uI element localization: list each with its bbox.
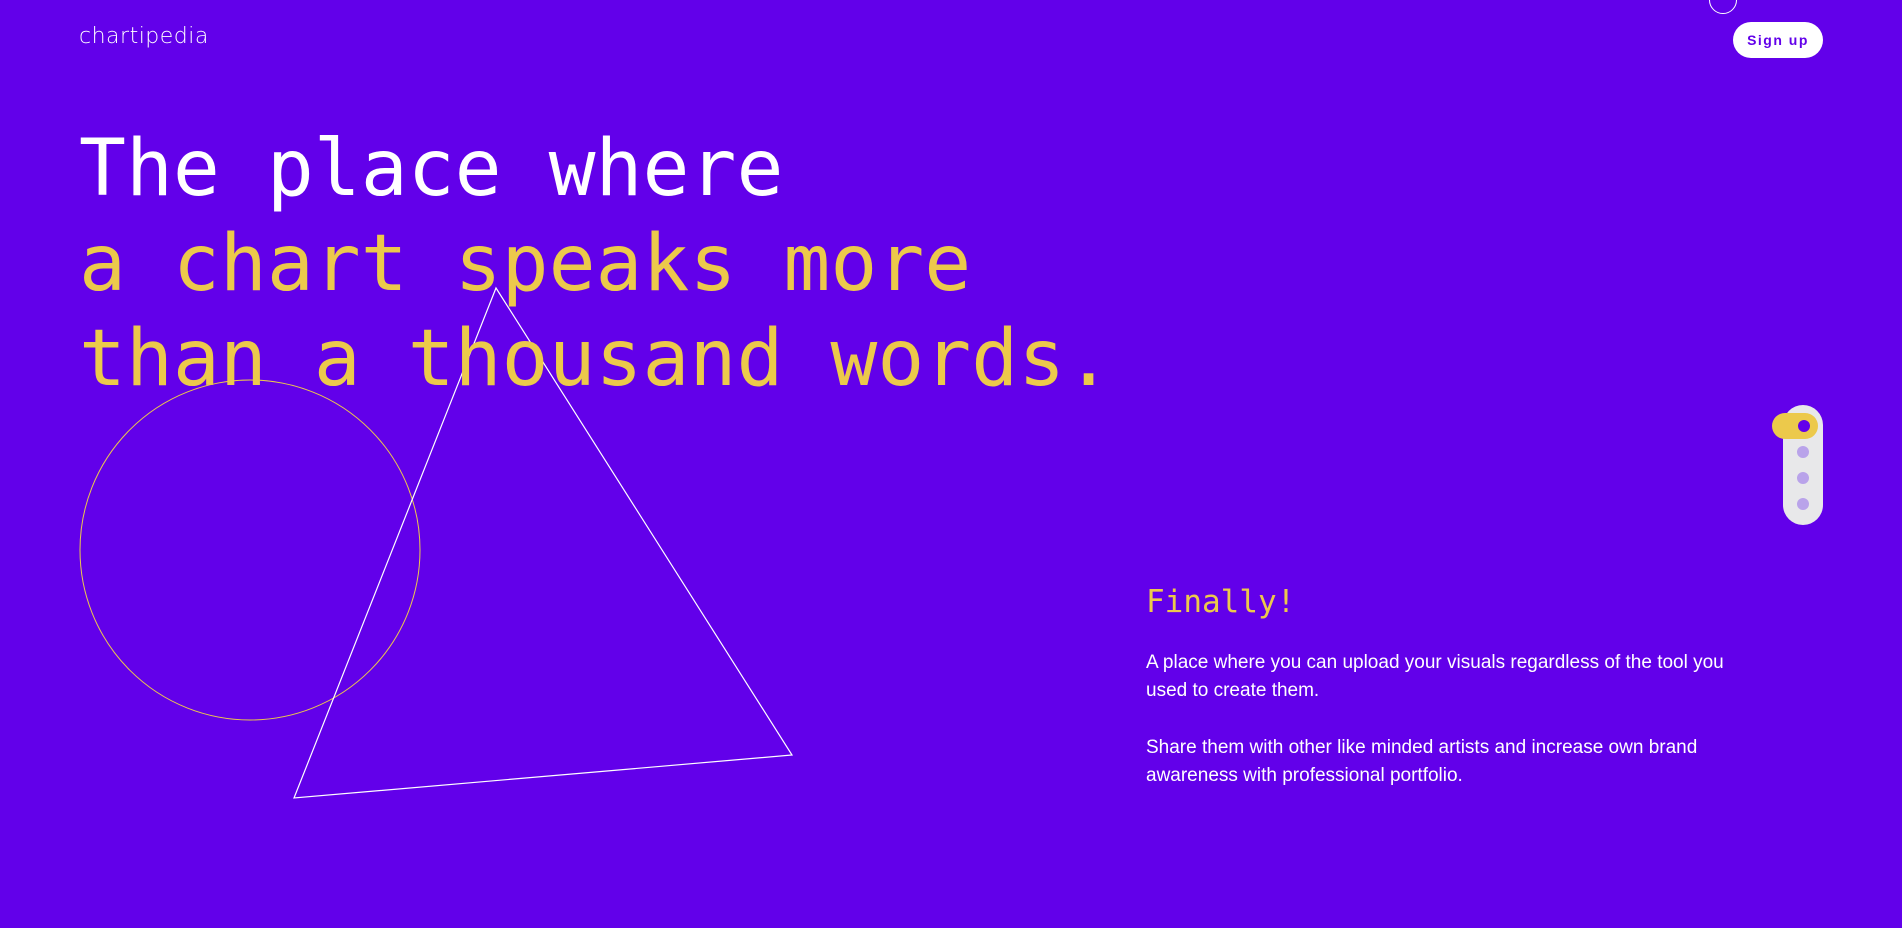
intro-paragraph-1: A place where you can upload your visual… bbox=[1146, 652, 1724, 701]
pager-dot-1-active[interactable] bbox=[1772, 413, 1818, 439]
intro-heading: Finally! bbox=[1146, 584, 1296, 620]
decorative-corner-circle bbox=[1709, 0, 1737, 14]
pager-dot-2[interactable] bbox=[1797, 446, 1809, 458]
pager-active-knob bbox=[1798, 420, 1810, 432]
hero-line-3: than a thousand words. bbox=[79, 314, 1113, 404]
hero-headline: The place where a chart speaks more than… bbox=[79, 122, 1112, 407]
hero-line-2: a chart speaks more bbox=[79, 219, 972, 309]
outline-circle-icon bbox=[79, 379, 421, 721]
intro-paragraph-2: Share them with other like minded artist… bbox=[1146, 737, 1698, 786]
pager-dot-4[interactable] bbox=[1797, 498, 1809, 510]
hero-line-1: The place where bbox=[79, 124, 784, 214]
sign-up-button[interactable]: Sign up bbox=[1733, 22, 1823, 58]
pager-dot-3[interactable] bbox=[1797, 472, 1809, 484]
logo[interactable]: chartipedia bbox=[79, 24, 209, 49]
